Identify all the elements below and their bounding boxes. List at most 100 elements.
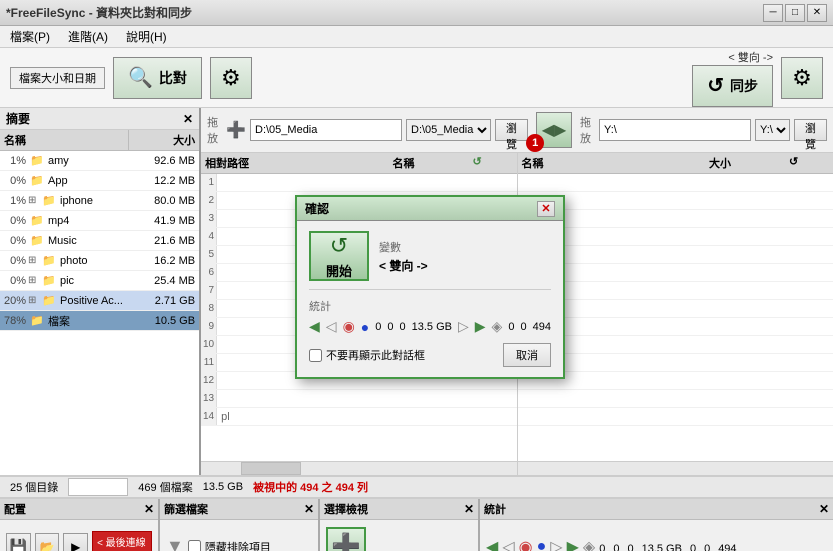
last-connected-tag[interactable]: < 最後連線 > xyxy=(92,531,152,551)
row-size: 92.6 MB xyxy=(129,155,199,167)
menu-help[interactable]: 說明(H) xyxy=(122,27,171,46)
sync-settings-button[interactable]: ⚙ xyxy=(781,57,823,99)
stats-val-1: 0 xyxy=(599,543,605,551)
maximize-button[interactable]: □ xyxy=(785,4,805,22)
expand-icon[interactable]: ⊞ xyxy=(28,295,40,306)
config-panel: 配置 ✕ 💾 📂 ▶ < 最後連線 > xyxy=(0,499,160,551)
expand-icon[interactable]: ⊞ xyxy=(28,195,40,206)
right-path-dropdown[interactable]: Y:\ xyxy=(755,119,790,141)
list-item[interactable]: 0% 📁 mp4 41.9 MB xyxy=(0,211,199,231)
list-item[interactable]: 0% 📁 App 12.2 MB xyxy=(0,171,199,191)
dialog-stat-icon-2: ◁ xyxy=(326,318,337,335)
list-item[interactable]: 1% ⊞ 📁 iphone 80.0 MB xyxy=(0,191,199,211)
menu-advanced[interactable]: 進階(A) xyxy=(64,27,112,46)
green-plus-icon: ➕ xyxy=(226,120,246,140)
close-button[interactable]: ✕ xyxy=(807,4,827,22)
row-size: 12.2 MB xyxy=(129,175,199,187)
view-apply-button[interactable]: ➕ xyxy=(326,527,366,551)
stats-icon-1: ◀ xyxy=(486,537,498,551)
hide-excluded-row: 隱藏排除項目 xyxy=(188,539,271,551)
expand-icon[interactable]: ⊞ xyxy=(28,255,40,266)
config-terminal-button[interactable]: ▶ xyxy=(63,533,88,551)
col-right-size: 大小 xyxy=(709,155,789,171)
row-size: 41.9 MB xyxy=(129,215,199,227)
status-items-count: 25 個目錄 xyxy=(10,479,58,495)
start-button[interactable]: ↺ 開始 xyxy=(309,231,369,281)
list-item[interactable]: 0% 📁 Music 21.6 MB xyxy=(0,231,199,251)
config-load-button[interactable]: 📂 xyxy=(35,533,60,551)
row-name: mp4 xyxy=(46,215,129,227)
terminal-icon: ▶ xyxy=(71,540,80,551)
left-browse-button[interactable]: 瀏覽 xyxy=(495,119,528,141)
gear-icon: ⚙ xyxy=(221,65,241,91)
config-panel-close[interactable]: ✕ xyxy=(144,502,154,516)
refresh-icon[interactable]: ↺ xyxy=(473,156,482,168)
toolbar: 檔案大小和日期 🔍 比對 ⚙ 1 < 雙向 -> ↺ 同步 ⚙ xyxy=(0,48,833,108)
close-icon: ✕ xyxy=(541,202,550,215)
stats-icon-2: ◁ xyxy=(502,537,514,551)
summary-panel: 摘要 ✕ 名稱 大小 1% 📁 amy 92.6 MB 0% 📁 xyxy=(0,108,201,475)
col-right-refresh-icon[interactable]: ↺ xyxy=(789,155,809,171)
dialog-close-button[interactable]: ✕ xyxy=(537,201,555,217)
settings-button[interactable]: ⚙ xyxy=(210,57,252,99)
row-name: Positive Ac... xyxy=(58,295,129,307)
hide-excluded-label: 隱藏排除項目 xyxy=(205,539,271,551)
dialog-no-show-row: 不要再顯示此對話框 取消 xyxy=(309,343,551,367)
left-path-dropdown[interactable]: D:\05_Media xyxy=(406,119,491,141)
compare-icon: 🔍 xyxy=(128,65,153,90)
table-row: 1 xyxy=(201,174,516,192)
stats-icons-row: ◀ ◁ ◉ ● ▷ ▶ ◈ xyxy=(486,537,595,551)
dialog-cancel-button[interactable]: 取消 xyxy=(503,343,551,367)
bottom-panels: 配置 ✕ 💾 📂 ▶ < 最後連線 > 篩選檔案 ✕ xyxy=(0,498,833,551)
list-item[interactable]: 1% 📁 amy 92.6 MB xyxy=(0,151,199,171)
hide-excluded-checkbox[interactable] xyxy=(188,540,201,551)
view-panel-close[interactable]: ✕ xyxy=(464,502,474,516)
folder-icon: 📁 xyxy=(28,154,46,167)
summary-close-button[interactable]: ✕ xyxy=(183,112,193,126)
folder-icon: 📁 xyxy=(40,254,58,267)
row-percent: 78% xyxy=(0,315,28,327)
row-number: 14 xyxy=(201,408,217,425)
sync-label: 同步 xyxy=(730,76,758,96)
summary-panel-header: 摘要 ✕ xyxy=(0,108,199,130)
dialog-stat-val-3: 0 xyxy=(400,321,406,333)
row-size: 10.5 GB xyxy=(129,315,199,327)
view-green-arrow-icon: ➕ xyxy=(331,532,361,551)
menu-file[interactable]: 檔案(P) xyxy=(6,27,54,46)
folder-icon: 📁 xyxy=(28,214,46,227)
title-bar: *FreeFileSync - 資料夾比對和同步 ─ □ ✕ xyxy=(0,0,833,26)
config-save-button[interactable]: 💾 xyxy=(6,533,31,551)
sync-button[interactable]: ↺ 同步 xyxy=(692,65,773,107)
list-item[interactable]: 78% 📁 檔案 10.5 GB xyxy=(0,311,199,331)
list-item[interactable]: 0% ⊞ 📁 pic 25.4 MB xyxy=(0,271,199,291)
row-number: 10 xyxy=(201,336,217,353)
compare-label: 比對 xyxy=(159,68,187,88)
no-show-checkbox[interactable] xyxy=(309,349,322,362)
expand-icon[interactable]: ⊞ xyxy=(28,275,40,286)
horizontal-scrollbar-right[interactable] xyxy=(518,461,833,475)
save-icon: 💾 xyxy=(10,538,27,551)
right-path-input[interactable] xyxy=(599,119,751,141)
list-item[interactable]: 20% ⊞ 📁 Positive Ac... 2.71 GB xyxy=(0,291,199,311)
row-size: 80.0 MB xyxy=(129,195,199,207)
list-item[interactable]: 0% ⊞ 📁 photo 16.2 MB xyxy=(0,251,199,271)
window-controls: ─ □ ✕ xyxy=(763,4,827,22)
row-name: Music xyxy=(46,235,129,247)
stats-icon-4: ● xyxy=(537,538,547,551)
row-name: amy xyxy=(46,155,129,167)
dialog-start-row: ↺ 開始 變數 < 雙向 -> xyxy=(309,231,551,281)
confirmation-dialog: 確認 ✕ ↺ 開始 變數 < 雙向 -> 統計 xyxy=(295,195,565,379)
compare-button[interactable]: 🔍 比對 xyxy=(113,57,202,99)
filter-panel-close[interactable]: ✕ xyxy=(304,502,314,516)
dialog-stats: 統計 ◀ ◁ ◉ ● 0 0 0 13.5 GB ▷ ▶ ◈ 0 xyxy=(309,289,551,335)
minimize-button[interactable]: ─ xyxy=(763,4,783,22)
right-browse-button[interactable]: 瀏覽 xyxy=(794,119,827,141)
stats-panel-close[interactable]: ✕ xyxy=(819,502,829,516)
row-percent: 0% xyxy=(0,215,28,227)
left-path-input[interactable] xyxy=(250,119,402,141)
table-row xyxy=(518,390,833,408)
dialog-stat-size: 13.5 GB xyxy=(412,321,452,333)
horizontal-scrollbar-left[interactable] xyxy=(201,461,516,475)
stats-panel-header: 統計 ✕ xyxy=(480,499,833,520)
table-row: 13 xyxy=(201,390,516,408)
